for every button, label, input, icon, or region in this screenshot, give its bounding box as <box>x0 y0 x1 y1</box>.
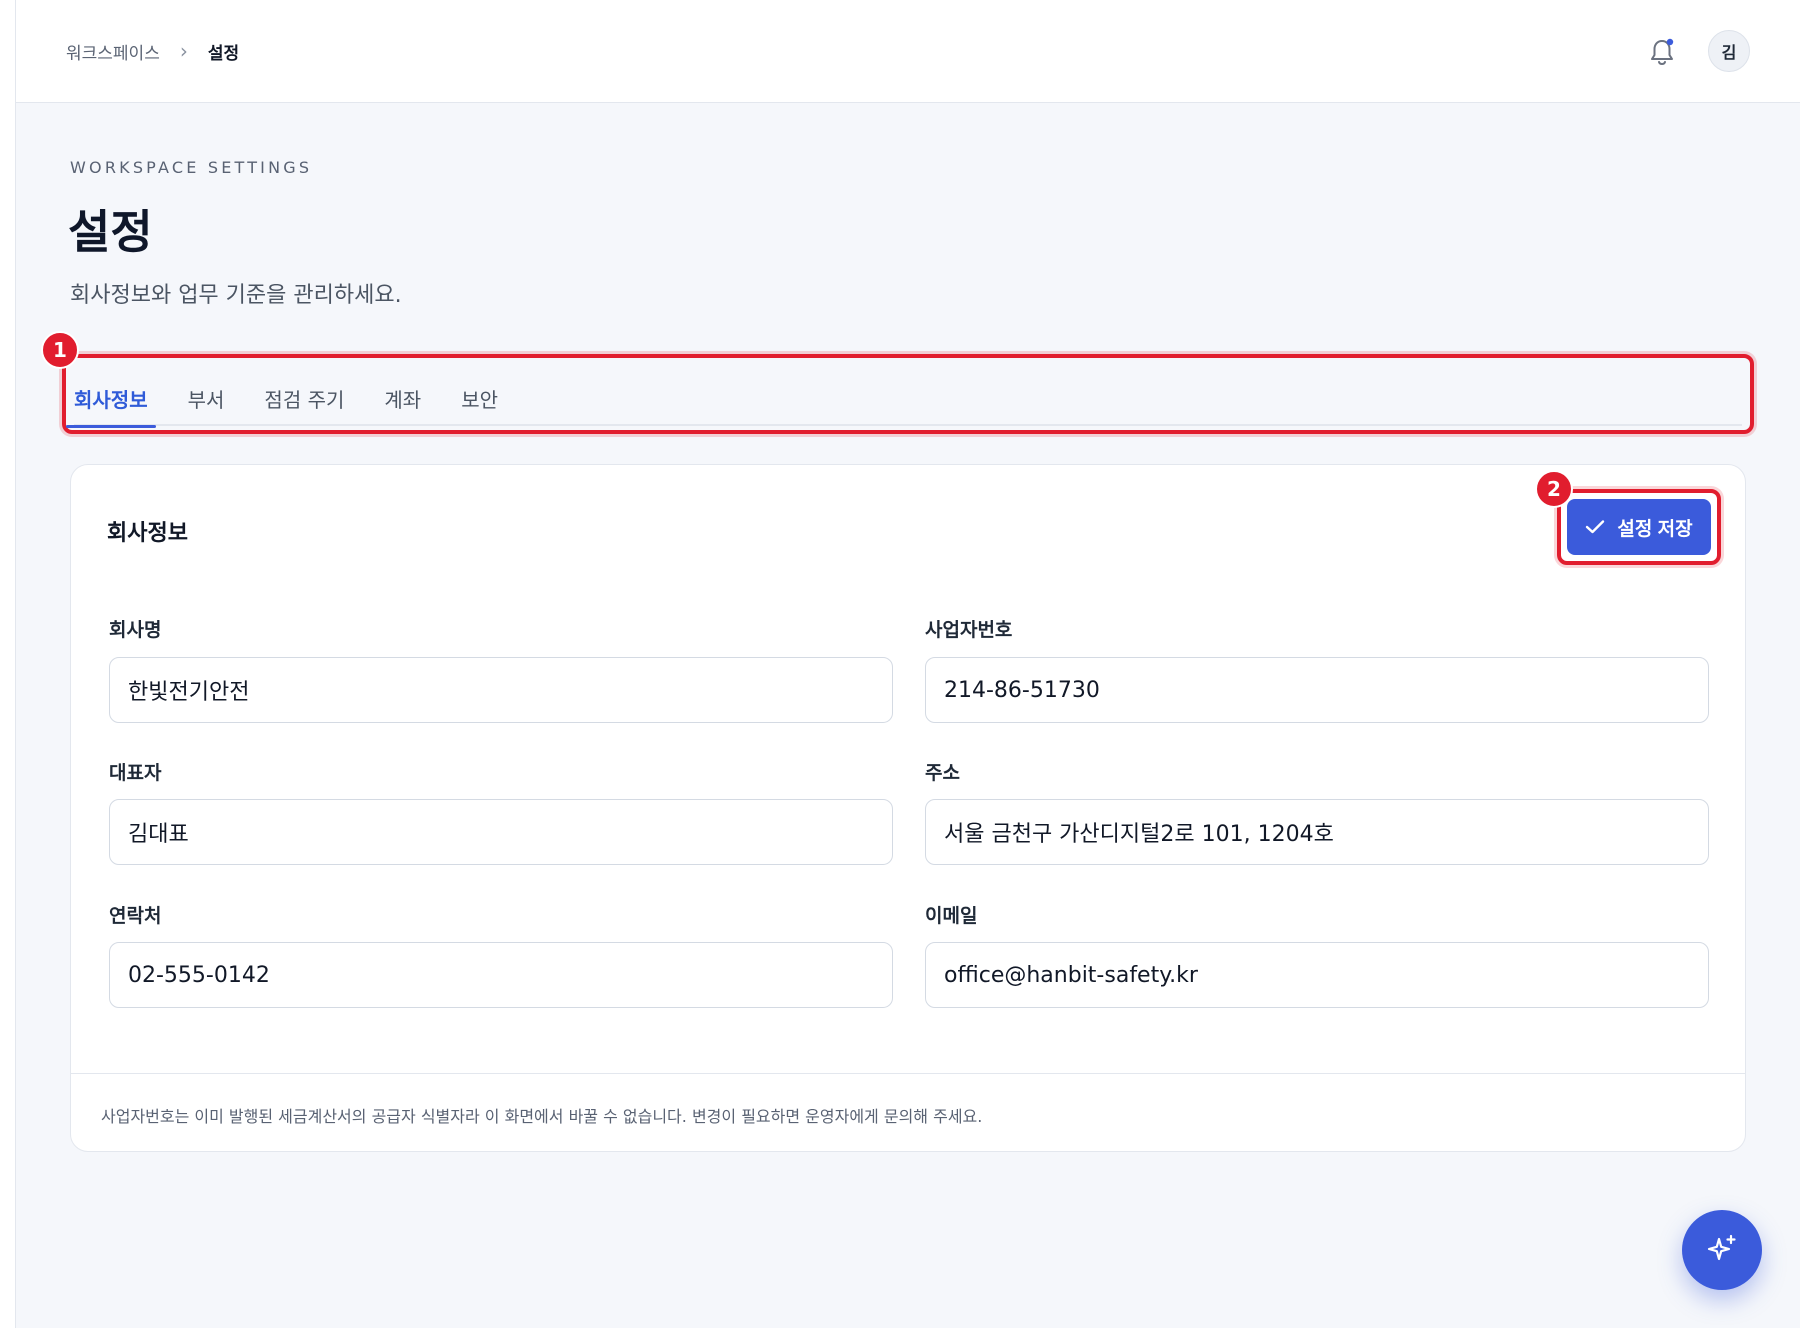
business-number-label: 사업자번호 <box>925 619 1013 641</box>
tabs-highlight: 회사정보 부서 점검 주기 계좌 보안 <box>62 354 1754 434</box>
breadcrumb-current: 설정 <box>207 43 240 64</box>
page-subtitle: 회사정보와 업무 기준을 관리하세요. <box>70 283 402 308</box>
sparkle-icon <box>1707 1234 1736 1261</box>
business-number-input[interactable] <box>925 657 1709 723</box>
tab-inspection-cycle[interactable]: 점검 주기 <box>264 374 344 426</box>
annotation-badge-1: 1 <box>41 331 79 369</box>
tab-security[interactable]: 보안 <box>461 374 498 426</box>
save-settings-button[interactable]: 설정 저장 <box>1567 499 1711 555</box>
address-input[interactable] <box>925 799 1709 865</box>
check-icon <box>1586 520 1605 534</box>
email-label: 이메일 <box>925 905 978 927</box>
breadcrumb-workspace[interactable]: 워크스페이스 <box>66 39 160 64</box>
save-button-label: 설정 저장 <box>1617 518 1693 540</box>
left-rail <box>0 0 16 1328</box>
breadcrumb: 워크스페이스 › 설정 <box>66 38 239 64</box>
breadcrumb-chevron-icon: › <box>179 39 188 63</box>
save-button-highlight: 설정 저장 <box>1557 489 1721 565</box>
address-label: 주소 <box>925 762 960 784</box>
tab-departments[interactable]: 부서 <box>188 374 225 426</box>
card-title: 회사정보 <box>107 521 188 546</box>
tab-company-info[interactable]: 회사정보 <box>66 374 156 428</box>
card-divider <box>71 1073 1745 1074</box>
top-bar: 워크스페이스 › 설정 김 <box>16 0 1800 103</box>
bell-icon[interactable] <box>1644 34 1680 70</box>
page-eyebrow: WORKSPACE SETTINGS <box>70 158 313 177</box>
card-footnote: 사업자번호는 이미 발행된 세금계산서의 공급자 식별자라 이 화면에서 바꿀 … <box>101 1107 983 1126</box>
assistant-fab-button[interactable] <box>1682 1210 1762 1290</box>
company-name-label: 회사명 <box>109 619 162 641</box>
tab-accounts[interactable]: 계좌 <box>384 374 421 426</box>
tab-bar: 회사정보 부서 점검 주기 계좌 보안 <box>66 374 1742 428</box>
phone-label: 연락처 <box>109 905 162 927</box>
company-name-input[interactable] <box>109 657 893 723</box>
phone-input[interactable] <box>109 942 893 1008</box>
page-title: 설정 <box>68 205 153 259</box>
email-input[interactable] <box>925 942 1709 1008</box>
company-info-card: 회사정보 설정 저장 회사명 사업자번호 대표자 주소 연락처 이메일 사업자번… <box>70 464 1746 1152</box>
avatar[interactable]: 김 <box>1708 30 1750 72</box>
annotation-badge-2: 2 <box>1535 470 1573 508</box>
representative-label: 대표자 <box>109 762 162 784</box>
representative-input[interactable] <box>109 799 893 865</box>
